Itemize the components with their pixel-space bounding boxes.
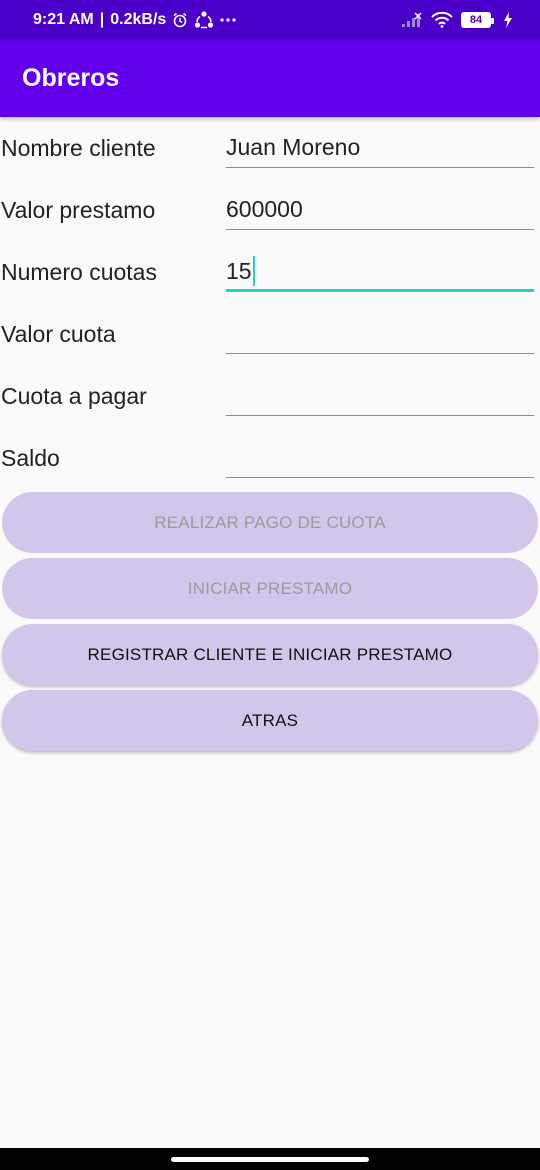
label-cuota-a-pagar: Cuota a pagar [1,383,147,409]
form-row-saldo: Saldo [0,427,540,489]
numero-cuotas-input[interactable]: 15 [226,250,534,292]
status-time: 9:21 AM [33,11,94,28]
status-speed: 0.2kB/s [110,11,167,28]
form-row-cuota-a-pagar: Cuota a pagar [0,365,540,427]
atras-button[interactable]: ATRAS [2,690,538,751]
status-bar: 9:21 AM | 0.2kB/s 84 [0,0,540,40]
label-numero-cuotas: Numero cuotas [1,259,157,285]
text-caret [252,255,255,286]
label-valor-cuota: Valor cuota [1,321,116,347]
home-indicator[interactable] [171,1157,369,1162]
numero-cuotas-value: 15 [226,258,252,284]
status-separator: | [99,11,105,28]
form-row-valor-cuota: Valor cuota [0,303,540,365]
alarm-icon [172,12,188,28]
form-row-nombre-cliente: Nombre cliente Juan Moreno [0,117,540,179]
label-valor-prestamo: Valor prestamo [1,197,156,223]
status-left: 9:21 AM | 0.2kB/s [33,11,236,29]
charging-icon [503,12,513,28]
navigation-bar [0,1148,540,1170]
valor-prestamo-input[interactable]: 600000 [226,188,534,230]
cuota-a-pagar-input[interactable] [226,374,534,416]
form-row-numero-cuotas: Numero cuotas 15 [0,241,540,303]
label-nombre-cliente: Nombre cliente [1,135,156,161]
app-title: Obreros [22,64,120,92]
nombre-cliente-input[interactable]: Juan Moreno [226,126,534,168]
status-right: 84 [401,0,513,40]
registrar-cliente-e-iniciar-prestamo-button[interactable]: REGISTRAR CLIENTE E INICIAR PRESTAMO [2,624,538,685]
saldo-input[interactable] [226,436,534,478]
signal-icon [401,12,423,28]
label-saldo: Saldo [1,445,60,471]
wifi-icon [431,12,453,28]
more-dots-icon [220,17,236,23]
form-row-valor-prestamo: Valor prestamo 600000 [0,179,540,241]
app-bar: Obreros [0,40,540,117]
battery-icon: 84 [461,12,494,28]
valor-cuota-input[interactable] [226,312,534,354]
iniciar-prestamo-button[interactable]: INICIAR PRESTAMO [2,558,538,619]
realizar-pago-de-cuota-button[interactable]: REALIZAR PAGO DE CUOTA [2,492,538,553]
sync-icon [194,11,214,29]
